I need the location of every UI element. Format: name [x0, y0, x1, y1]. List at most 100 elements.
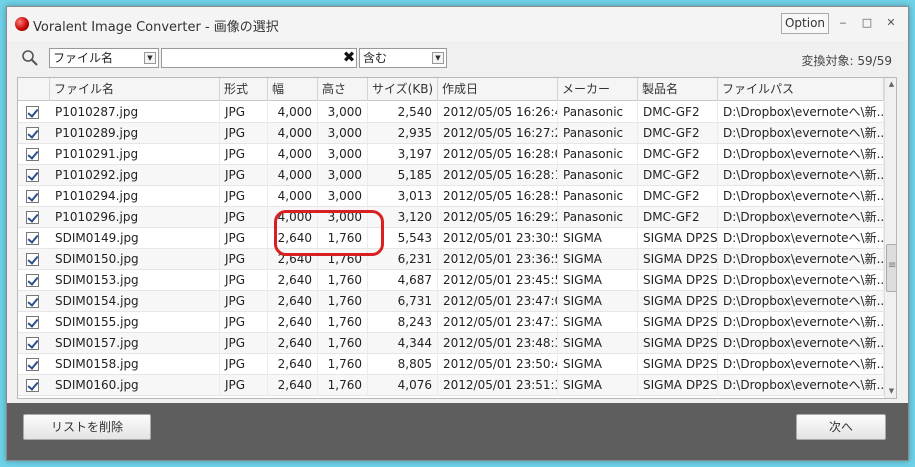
cell-filename: P1010287.jpg — [50, 102, 220, 123]
table-row[interactable]: P1010294.jpg JPG 4,000 3,000 3,013 2012/05/05… — [18, 186, 884, 207]
cell-size: 8,243 — [368, 312, 438, 333]
table-row[interactable]: SDIM0158.jpg JPG 2,640 1,760 8,805 2012/05/01… — [18, 354, 884, 375]
minimize-icon[interactable]: ‒ — [835, 15, 851, 31]
cell-filename: SDIM0160.jpg — [50, 375, 220, 396]
row-checkbox[interactable] — [26, 253, 39, 266]
cell-width: 2,640 — [268, 270, 318, 291]
clear-filter-icon[interactable]: ✖ — [341, 47, 357, 67]
table-row[interactable]: SDIM0154.jpg JPG 2,640 1,760 6,731 2012/05/01… — [18, 291, 884, 312]
close-icon[interactable]: ✕ — [883, 15, 899, 31]
cell-height: 3,000 — [318, 165, 368, 186]
table-row[interactable]: SDIM0155.jpg JPG 2,640 1,760 8,243 2012/05/01… — [18, 312, 884, 333]
cell-size: 4,687 — [368, 270, 438, 291]
filter-field-value: ファイル名 — [53, 51, 114, 65]
vertical-scrollbar[interactable]: ▲ ▼ — [884, 78, 896, 398]
row-checkbox[interactable] — [26, 295, 39, 308]
cell-model: DMC-GF2 — [638, 165, 718, 186]
row-checkbox[interactable] — [26, 127, 39, 140]
delete-list-button[interactable]: リストを削除 — [23, 414, 151, 440]
row-checkbox[interactable] — [26, 379, 39, 392]
app-logo-icon — [15, 17, 29, 31]
table-row[interactable]: SDIM0153.jpg JPG 2,640 1,760 4,687 2012/05/01… — [18, 270, 884, 291]
cell-height: 1,760 — [318, 375, 368, 396]
filter-field-select[interactable]: ファイル名 ▼ — [49, 48, 159, 68]
cell-format: JPG — [220, 207, 268, 228]
header-created[interactable]: 作成日 — [438, 78, 558, 101]
cell-created: 2012/05/05 16:28:02 — [438, 144, 558, 165]
cell-maker: SIGMA — [558, 354, 638, 375]
cell-maker: Panasonic — [558, 102, 638, 123]
row-checkbox[interactable] — [26, 337, 39, 350]
table-row[interactable]: P1010292.jpg JPG 4,000 3,000 5,185 2012/05/05… — [18, 165, 884, 186]
cell-filename: P1010289.jpg — [50, 123, 220, 144]
header-checkbox-column[interactable] — [18, 78, 50, 101]
filter-text-input[interactable] — [161, 48, 357, 68]
row-checkbox[interactable] — [26, 106, 39, 119]
row-checkbox[interactable] — [26, 148, 39, 161]
cell-filepath: D:\Dropbox\evernoteへ\新... — [718, 123, 884, 144]
header-format[interactable]: 形式 — [220, 78, 268, 101]
header-size[interactable]: サイズ(KB) — [368, 78, 438, 101]
row-checkbox[interactable] — [26, 169, 39, 182]
cell-maker: SIGMA — [558, 291, 638, 312]
cell-width: 4,000 — [268, 165, 318, 186]
row-checkbox[interactable] — [26, 232, 39, 245]
table-row[interactable]: P1010291.jpg JPG 4,000 3,000 3,197 2012/05/05… — [18, 144, 884, 165]
cell-format: JPG — [220, 270, 268, 291]
cell-size: 3,013 — [368, 186, 438, 207]
cell-height: 1,760 — [318, 291, 368, 312]
filter-mode-select[interactable]: 含む ▼ — [359, 48, 447, 68]
cell-format: JPG — [220, 375, 268, 396]
cell-height: 3,000 — [318, 102, 368, 123]
table-row[interactable]: SDIM0150.jpg JPG 2,640 1,760 6,231 2012/05/01… — [18, 249, 884, 270]
maximize-icon[interactable]: □ — [859, 15, 875, 31]
table-row[interactable]: P1010296.jpg JPG 4,000 3,000 3,120 2012/05/05… — [18, 207, 884, 228]
search-icon — [22, 50, 38, 66]
option-button[interactable]: Option — [781, 13, 829, 34]
table-row[interactable]: SDIM0149.jpg JPG 2,640 1,760 5,543 2012/05/01… — [18, 228, 884, 249]
cell-format: JPG — [220, 165, 268, 186]
cell-size: 2,935 — [368, 123, 438, 144]
header-height[interactable]: 高さ — [318, 78, 368, 101]
cell-created: 2012/05/01 23:50:41 — [438, 354, 558, 375]
row-checkbox[interactable] — [26, 190, 39, 203]
header-model[interactable]: 製品名 — [638, 78, 718, 101]
title-bar[interactable]: Voralent Image Converter - 画像の選択 Option … — [7, 7, 908, 41]
cell-format: JPG — [220, 333, 268, 354]
cell-filename: P1010291.jpg — [50, 144, 220, 165]
cell-created: 2012/05/01 23:48:38 — [438, 333, 558, 354]
row-checkbox[interactable] — [26, 211, 39, 224]
cell-filepath: D:\Dropbox\evernoteへ\新... — [718, 165, 884, 186]
cell-created: 2012/05/05 16:28:50 — [438, 186, 558, 207]
row-checkbox[interactable] — [26, 358, 39, 371]
table-row[interactable]: P1010287.jpg JPG 4,000 3,000 2,540 2012/05/05… — [18, 102, 884, 123]
cell-model: DMC-GF2 — [638, 123, 718, 144]
cell-filepath: D:\Dropbox\evernoteへ\新... — [718, 333, 884, 354]
scroll-up-icon[interactable]: ▲ — [885, 78, 896, 91]
header-maker[interactable]: メーカー — [558, 78, 638, 101]
cell-maker: SIGMA — [558, 375, 638, 396]
scroll-thumb[interactable] — [886, 244, 896, 292]
scroll-down-icon[interactable]: ▼ — [885, 385, 896, 398]
cell-model: SIGMA DP2S — [638, 270, 718, 291]
table-row[interactable]: SDIM0157.jpg JPG 2,640 1,760 4,344 2012/05/01… — [18, 333, 884, 354]
row-checkbox[interactable] — [26, 316, 39, 329]
header-filename[interactable]: ファイル名 — [50, 78, 220, 101]
cell-filename: P1010294.jpg — [50, 186, 220, 207]
row-checkbox[interactable] — [26, 274, 39, 287]
cell-model: SIGMA DP2S — [638, 249, 718, 270]
next-button[interactable]: 次へ — [796, 414, 886, 440]
cell-maker: Panasonic — [558, 144, 638, 165]
cell-filepath: D:\Dropbox\evernoteへ\新... — [718, 375, 884, 396]
filter-mode-value: 含む — [363, 51, 388, 65]
cell-size: 5,185 — [368, 165, 438, 186]
table-row[interactable]: P1010289.jpg JPG 4,000 3,000 2,935 2012/05/05… — [18, 123, 884, 144]
header-width[interactable]: 幅 — [268, 78, 318, 101]
table-row[interactable]: SDIM0160.jpg JPG 2,640 1,760 4,076 2012/05/01… — [18, 375, 884, 396]
cell-created: 2012/05/01 23:47:09 — [438, 291, 558, 312]
cell-maker: Panasonic — [558, 207, 638, 228]
cell-created: 2012/05/05 16:29:26 — [438, 207, 558, 228]
cell-width: 4,000 — [268, 123, 318, 144]
cell-height: 3,000 — [318, 144, 368, 165]
header-filepath[interactable]: ファイルパス — [718, 78, 884, 101]
